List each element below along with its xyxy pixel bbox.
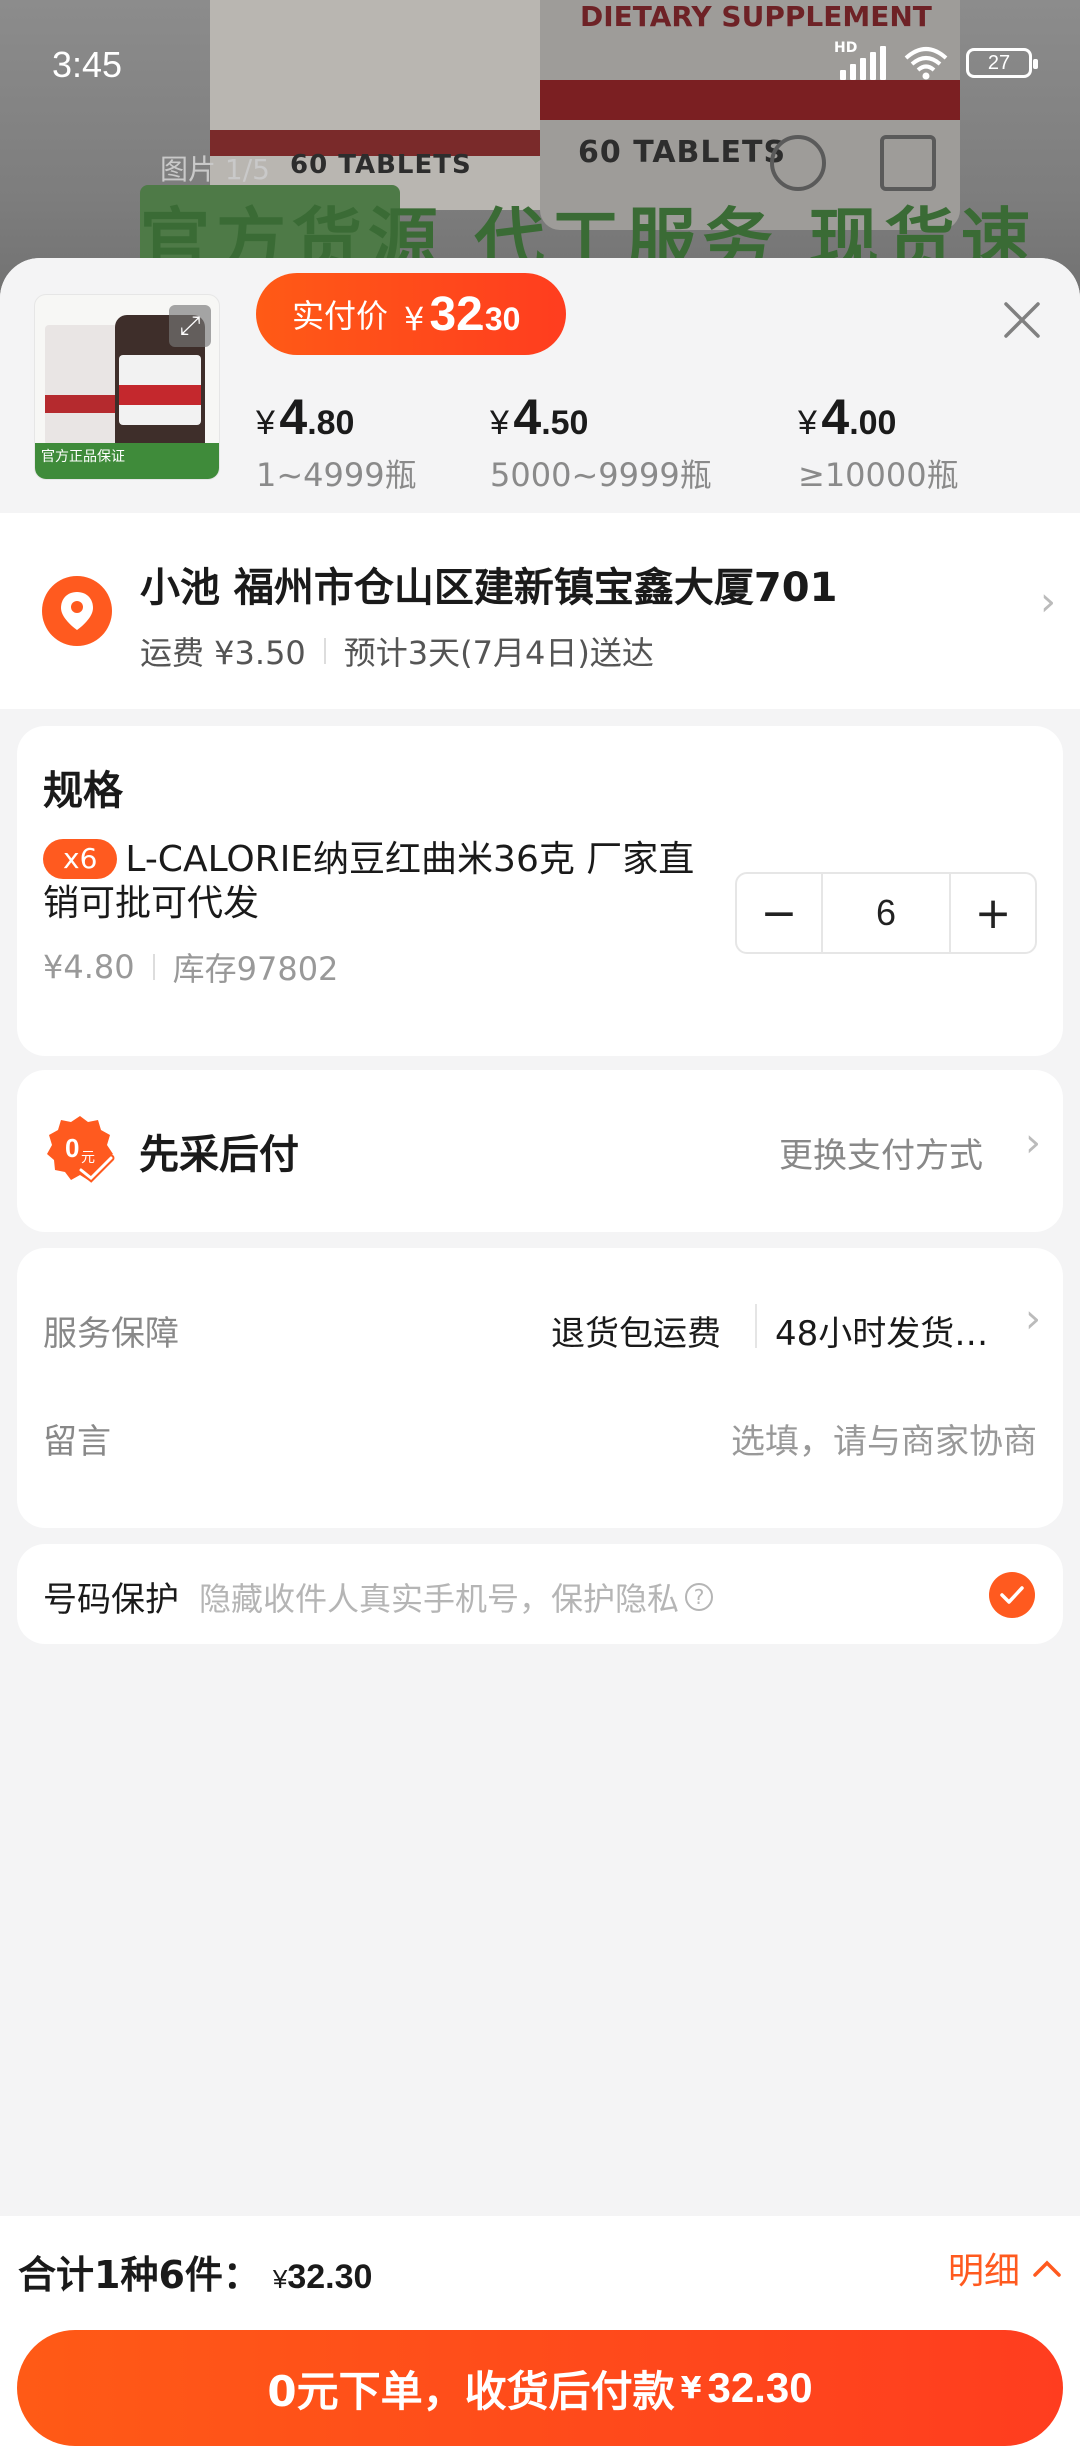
paid-price-badge: 实付价 ¥ 32 .30 [256,273,567,355]
payment-method-card[interactable]: 0 元 先采后付 更换支付方式 › [17,1070,1063,1232]
stock-count: 库存97802 [172,950,339,988]
tier-price-integer: 4 [279,389,308,445]
shipping-fee: 运费 ¥3.50 [140,634,306,672]
service-label: 服务保障 [43,1314,179,1354]
privacy-label: 号码保护 [43,1580,179,1620]
quantity-value[interactable]: 6 [821,874,951,952]
pay-later-icon: 0 元 [47,1116,115,1183]
tier-currency: ¥ [256,404,275,442]
status-icons: HD 27 [834,40,1038,80]
favorite-star-icon[interactable] [880,135,936,191]
spec-card: 规格 x6 L-CALORIE纳豆红曲米36克 厂家直销可批可代发 ¥4.80 库… [17,726,1063,1056]
signal-icon: HD [834,40,886,80]
spec-meta: ¥4.80 库存97802 [43,944,338,990]
expand-icon[interactable]: ⤢ [169,305,211,347]
increase-button[interactable]: + [951,874,1035,952]
wifi-icon [904,47,948,80]
chevron-right-icon: › [1025,1120,1041,1166]
service-48h-shipping[interactable]: 48小时发货… [775,1306,988,1355]
tier-range: ≥10000瓶 [798,456,959,494]
paid-price-currency: ¥ [404,299,425,338]
change-payment-link[interactable]: 更换支付方式 [779,1128,983,1177]
battery-icon: 27 [966,48,1038,78]
service-return-shipping[interactable]: 退货包运费 [551,1306,721,1355]
chevron-right-icon: › [1025,1296,1041,1342]
svg-text:0: 0 [65,1133,79,1163]
network-type-label: HD [834,40,858,56]
tablets-label: 60 TABLETS [290,150,472,180]
tier-price-decimal: .80 [307,404,355,442]
tier-currency: ¥ [798,404,817,442]
total-amount: 32.30 [287,2258,373,2296]
service-card: 服务保障 退货包运费 48小时发货… › 留言 选填，请与商家协商 [17,1248,1063,1528]
location-pin-icon [42,576,112,646]
thumbnail-badge: 官方正品保证 [35,443,219,479]
address-name: 小池 福州市仓山区建新镇宝鑫大厦701 [140,565,838,611]
note-label: 留言 [43,1422,111,1462]
price-tier: ¥ 4.00 ≥10000瓶 [798,388,959,496]
help-icon[interactable]: ? [685,1583,714,1611]
detail-label: 明细 [947,2251,1020,2292]
detail-toggle[interactable]: 明细 [948,2242,1062,2294]
delivery-eta: 预计3天(7月4日)送达 [343,634,654,672]
spec-title: 规格 [43,768,123,814]
privacy-checkbox[interactable] [989,1572,1035,1618]
service-divider [755,1304,757,1348]
status-bar: 3:45 HD 27 [0,0,1080,140]
tier-range: 1~4999瓶 [256,456,417,494]
chevron-right-icon: › [1040,579,1056,625]
pay-later-title: 先采后付 [139,1132,299,1178]
quantity-stepper[interactable]: − 6 + [735,872,1037,954]
place-order-amount: 32.30 [707,2364,813,2411]
unit-price: ¥4.80 [43,948,135,986]
paid-price-integer: 32 [429,287,483,341]
tier-price-decimal: .00 [849,404,897,442]
place-order-button[interactable]: 0元下单，收货后付款 ¥ 32.30 [17,2330,1063,2446]
tier-price-integer: 4 [513,389,542,445]
privacy-description: 隐藏收件人真实手机号，保护隐私 ? [199,1574,714,1620]
privacy-text: 隐藏收件人真实手机号，保护隐私 [199,1580,680,1618]
product-thumbnail[interactable]: 官方正品保证 ⤢ [34,294,220,480]
tier-price-decimal: .50 [541,404,589,442]
tablets-label-large: 60 TABLETS [578,135,787,170]
note-input[interactable]: 选填，请与商家协商 [731,1414,1037,1463]
sheet-header: 官方正品保证 ⤢ 实付价 ¥ 32 .30 ¥ 4.80 1~4999瓶 ¥ 4… [0,258,1080,513]
tier-price-integer: 4 [821,389,850,445]
quantity-badge: x6 [43,839,118,879]
place-order-label: 0元下单，收货后付款 [267,2366,675,2416]
close-icon[interactable] [1000,298,1044,342]
paid-price-decimal: .30 [475,300,521,337]
price-tier: ¥ 4.80 1~4999瓶 [256,388,417,496]
place-order-currency: ¥ [680,2370,702,2406]
decrease-button[interactable]: − [737,874,821,952]
address-row[interactable]: 小池 福州市仓山区建新镇宝鑫大厦701 运费 ¥3.50 预计3天(7月4日)送… [0,513,1080,709]
paid-price-label: 实付价 [292,297,389,335]
price-tier: ¥ 4.50 5000~9999瓶 [490,388,712,496]
order-total: 合计1种6件： ¥32.30 [18,2244,372,2299]
order-sheet: 官方正品保证 ⤢ 实付价 ¥ 32 .30 ¥ 4.80 1~4999瓶 ¥ 4… [0,258,1080,2460]
tier-currency: ¥ [490,404,509,442]
chevron-up-icon [1033,2260,1061,2277]
total-currency: ¥ [272,2264,288,2294]
search-icon[interactable] [770,135,826,191]
status-time: 3:45 [52,44,123,85]
price-tiers: ¥ 4.80 1~4999瓶 ¥ 4.50 5000~9999瓶 ¥ 4.00 … [256,388,1016,498]
spec-product-name: L-CALORIE纳豆红曲米36克 厂家直销可批可代发 [43,839,695,924]
address-shipping: 运费 ¥3.50 预计3天(7月4日)送达 [140,628,654,674]
privacy-card: 号码保护 隐藏收件人真实手机号，保护隐私 ? [17,1544,1063,1644]
checkout-footer: 合计1种6件： ¥32.30 明细 0元下单，收货后付款 ¥ 32.30 [0,2216,1080,2460]
total-label: 合计1种6件： [18,2253,261,2297]
image-counter: 图片 1/5 [160,153,270,186]
tier-range: 5000~9999瓶 [490,456,712,494]
svg-text:元: 元 [81,1150,95,1166]
spec-name: x6 L-CALORIE纳豆红曲米36克 厂家直销可批可代发 [43,838,703,926]
